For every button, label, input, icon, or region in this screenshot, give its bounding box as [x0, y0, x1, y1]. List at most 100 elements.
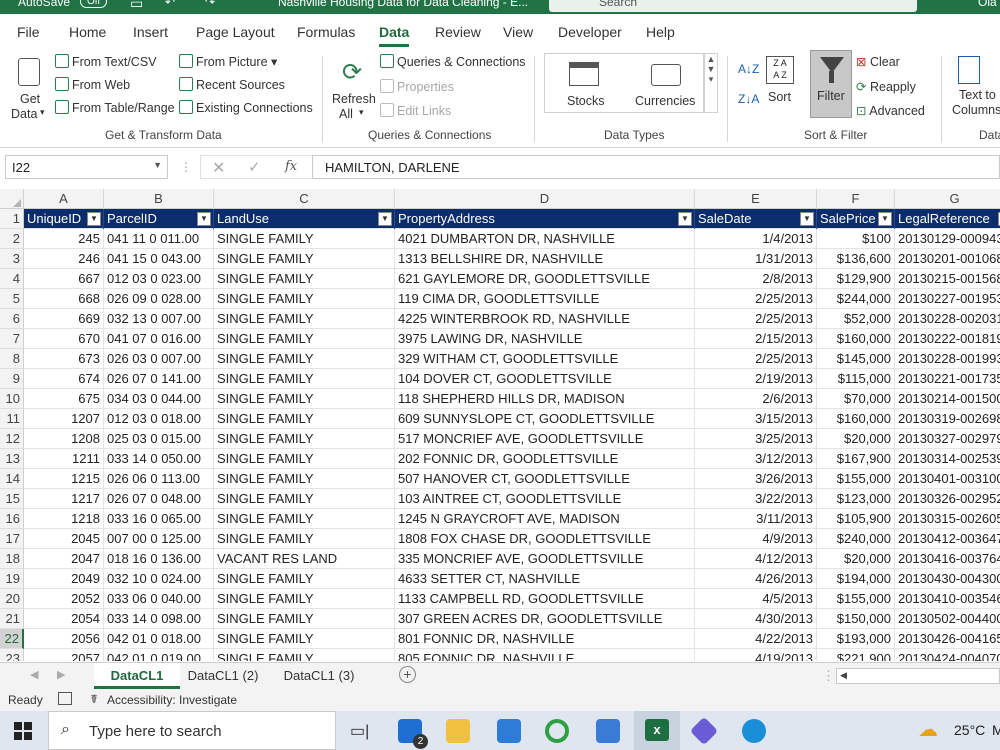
gallery-scroll-arrows[interactable]: ▲ ▼ ▾	[704, 53, 718, 113]
cell-property-address[interactable]: 104 DOVER CT, GOODLETTSVILLE	[395, 369, 695, 389]
tab-file[interactable]: File	[17, 24, 40, 40]
cell-sale-price[interactable]: $194,000	[817, 569, 895, 589]
cell-land-use[interactable]: SINGLE FAMILY	[214, 609, 395, 629]
cell-land-use[interactable]: SINGLE FAMILY	[214, 529, 395, 549]
cell-parcel-id[interactable]: 042 01 0 018.00	[104, 629, 214, 649]
row-header[interactable]: 2	[0, 229, 24, 249]
cell-unique-id[interactable]: 246	[24, 249, 104, 269]
header-unique-id[interactable]: UniqueID ▼	[24, 209, 104, 229]
store-icon[interactable]	[497, 719, 521, 743]
cell-property-address[interactable]: 335 MONCRIEF AVE, GOODLETTSVILLE	[395, 549, 695, 569]
cell-parcel-id[interactable]: 033 06 0 040.00	[104, 589, 214, 609]
header-legal-reference[interactable]: LegalReference▼	[895, 209, 1000, 229]
accessibility-icon[interactable]: ☤	[90, 692, 98, 706]
cell-unique-id[interactable]: 1207	[24, 409, 104, 429]
cell-sale-price[interactable]: $155,000	[817, 469, 895, 489]
cell-parcel-id[interactable]: 025 03 0 015.00	[104, 429, 214, 449]
filter-dropdown-icon[interactable]: ▼	[678, 212, 692, 226]
tab-insert[interactable]: Insert	[133, 24, 168, 40]
cell-legal-reference[interactable]: 20130416-003764	[895, 549, 1000, 569]
row-header[interactable]: 5	[0, 289, 24, 309]
sort-button[interactable]: Z AA Z Sort	[764, 54, 798, 114]
header-parcel-id[interactable]: ParcelID ▼	[104, 209, 214, 229]
scroll-left-arrow-icon[interactable]: ◀	[840, 670, 847, 681]
column-header-b[interactable]: B	[104, 189, 214, 209]
cell-parcel-id[interactable]: 007 00 0 125.00	[104, 529, 214, 549]
cell-property-address[interactable]: 1245 N GRAYCROFT AVE, MADISON	[395, 509, 695, 529]
cell-sale-price[interactable]: $150,000	[817, 609, 895, 629]
cell-legal-reference[interactable]: 20130327-002979	[895, 429, 1000, 449]
cell-legal-reference[interactable]: 20130315-002605	[895, 509, 1000, 529]
cell-sale-date[interactable]: 2/15/2013	[695, 329, 817, 349]
file-explorer-icon[interactable]	[446, 719, 470, 743]
cell-property-address[interactable]: 1808 FOX CHASE DR, GOODLETTSVILLE	[395, 529, 695, 549]
cell-property-address[interactable]: 329 WITHAM CT, GOODLETTSVILLE	[395, 349, 695, 369]
more-options-icon[interactable]: ⋮	[180, 160, 192, 174]
tab-data[interactable]: Data	[379, 24, 410, 47]
row-header[interactable]: 23	[0, 649, 24, 661]
cell-unique-id[interactable]: 1215	[24, 469, 104, 489]
cell-sale-date[interactable]: 2/25/2013	[695, 289, 817, 309]
cell-property-address[interactable]: 4021 DUMBARTON DR, NASHVILLE	[395, 229, 695, 249]
cell-land-use[interactable]: SINGLE FAMILY	[214, 269, 395, 289]
tab-home[interactable]: Home	[69, 24, 106, 40]
row-header[interactable]: 7	[0, 329, 24, 349]
filter-dropdown-icon[interactable]: ▼	[800, 212, 814, 226]
edit-links-button[interactable]: Edit Links	[380, 103, 451, 118]
redo-icon[interactable]: ↷	[205, 0, 215, 9]
cell-sale-date[interactable]: 3/26/2013	[695, 469, 817, 489]
cell-sale-date[interactable]: 3/25/2013	[695, 429, 817, 449]
row-header[interactable]: 16	[0, 509, 24, 529]
cancel-icon[interactable]: ✕	[212, 158, 225, 178]
cell-land-use[interactable]: SINGLE FAMILY	[214, 249, 395, 269]
from-text-csv-button[interactable]: From Text/CSV	[55, 54, 157, 69]
cell-sale-price[interactable]: $160,000	[817, 329, 895, 349]
cell-property-address[interactable]: 507 HANOVER CT, GOODLETTSVILLE	[395, 469, 695, 489]
cell-land-use[interactable]: SINGLE FAMILY	[214, 389, 395, 409]
row-header[interactable]: 19	[0, 569, 24, 589]
cell-sale-price[interactable]: $129,900	[817, 269, 895, 289]
cell-parcel-id[interactable]: 012 03 0 023.00	[104, 269, 214, 289]
currencies-button[interactable]: Currencies	[631, 58, 701, 110]
tab-page-layout[interactable]: Page Layout	[196, 24, 275, 40]
cell-legal-reference[interactable]: 20130228-001993	[895, 349, 1000, 369]
cell-property-address[interactable]: 103 AINTREE CT, GOODLETTSVILLE	[395, 489, 695, 509]
weather-temperature[interactable]: 25°C	[954, 722, 985, 738]
cell-parcel-id[interactable]: 012 03 0 018.00	[104, 409, 214, 429]
row-header[interactable]: 17	[0, 529, 24, 549]
cell-property-address[interactable]: 621 GAYLEMORE DR, GOODLETTSVILLE	[395, 269, 695, 289]
filter-dropdown-icon[interactable]: ▼	[378, 212, 392, 226]
cell-parcel-id[interactable]: 026 03 0 007.00	[104, 349, 214, 369]
cell-legal-reference[interactable]: 20130424-004070	[895, 649, 1000, 661]
cell-legal-reference[interactable]: 20130221-001735	[895, 369, 1000, 389]
cell-sale-price[interactable]: $136,600	[817, 249, 895, 269]
filter-dropdown-icon[interactable]: ▼	[878, 212, 892, 226]
header-land-use[interactable]: LandUse ▼	[214, 209, 395, 229]
scroll-left-icon[interactable]: ◀	[30, 668, 38, 681]
cell-sale-date[interactable]: 2/25/2013	[695, 349, 817, 369]
cell-sale-date[interactable]: 2/8/2013	[695, 269, 817, 289]
cell-property-address[interactable]: 4225 WINTERBROOK RD, NASHVILLE	[395, 309, 695, 329]
filter-dropdown-icon[interactable]: ▼	[197, 212, 211, 226]
header-property-address[interactable]: PropertyAddress ▼	[395, 209, 695, 229]
existing-connections-button[interactable]: Existing Connections	[179, 100, 313, 115]
cell-sale-price[interactable]: $240,000	[817, 529, 895, 549]
formula-input[interactable]: HAMILTON, DARLENE	[312, 155, 1000, 179]
cell-sale-date[interactable]: 3/22/2013	[695, 489, 817, 509]
refresh-all-button[interactable]: ⟳ Refresh All ▾	[330, 54, 376, 122]
cell-sale-date[interactable]: 4/5/2013	[695, 589, 817, 609]
cell-property-address[interactable]: 4633 SETTER CT, NASHVILLE	[395, 569, 695, 589]
sheet-tab-datacl1[interactable]: DataCL1	[94, 663, 180, 689]
weather-extra[interactable]: M	[992, 722, 1000, 738]
cell-legal-reference[interactable]: 20130412-003647	[895, 529, 1000, 549]
row-header[interactable]: 9	[0, 369, 24, 389]
cell-land-use[interactable]: VACANT RES LAND	[214, 549, 395, 569]
sheet-tab-datacl1-3[interactable]: DataCL1 (3)	[276, 663, 362, 689]
cell-sale-date[interactable]: 4/9/2013	[695, 529, 817, 549]
cell-land-use[interactable]: SINGLE FAMILY	[214, 649, 395, 661]
row-header[interactable]: 10	[0, 389, 24, 409]
scroll-right-icon[interactable]: ▶	[57, 668, 65, 681]
cell-sale-price[interactable]: $155,000	[817, 589, 895, 609]
cell-sale-price[interactable]: $115,000	[817, 369, 895, 389]
cell-unique-id[interactable]: 669	[24, 309, 104, 329]
